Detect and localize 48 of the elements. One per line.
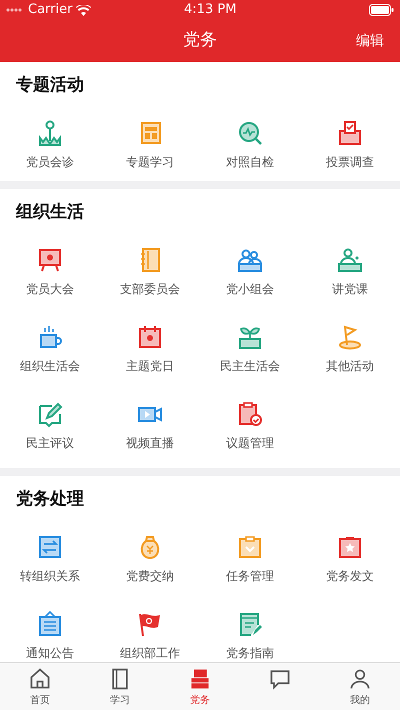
feature-button[interactable]: 转组织关系 [0,524,100,601]
section-title: 组织生活 [14,201,85,224]
feature-button[interactable]: 党务发文 [300,524,400,601]
page-title: 党务 [183,29,217,52]
task-clipboard-icon [236,533,264,561]
tab-button[interactable]: 学习 [80,663,160,710]
tab-button[interactable]: 首页 [0,663,80,710]
feature-button[interactable]: 投票调查 [300,110,400,181]
notice-board-icon [36,610,64,638]
feature-button[interactable]: 党员会诊 [0,110,100,181]
section-title: 专题活动 [15,74,85,98]
feature-button[interactable]: 组织生活会 [0,314,100,391]
edit-bubble-icon [36,400,64,428]
section-title: 党务处理 [15,488,85,512]
feature-button[interactable]: 任务管理 [200,524,300,601]
signal-icon [6,8,24,12]
clock-time: 4:13 PM [184,1,236,20]
wifi-icon [76,4,92,16]
home-icon [28,667,52,691]
tab-button[interactable]: 党务 [160,663,240,710]
feature-button[interactable]: 讲党课 [300,237,400,314]
battery-icon [368,4,394,16]
feature-button[interactable]: 党小组会 [200,237,300,314]
feature-button[interactable]: 支部委员会 [100,237,200,314]
feature-button[interactable]: 党员大会 [0,237,100,314]
clipboard-check-icon [236,400,264,428]
feature-button[interactable]: 民主生活会 [200,314,300,391]
feature-button[interactable]: 组织部工作 [100,601,200,662]
feature-button[interactable]: 其他活动 [300,314,400,391]
person-wave-icon [36,119,64,147]
feature-button[interactable]: 党费交纳 [100,524,200,601]
flag-ground-icon [336,323,364,351]
feature-button[interactable]: 视频直播 [100,391,200,468]
search-pulse-icon [236,119,264,147]
feature-button[interactable]: 民主评议 [0,391,100,468]
tab-button[interactable]: 我的 [320,663,400,710]
feature-button[interactable]: 对照自检 [200,110,300,181]
edit-button[interactable]: 编辑 [356,31,384,52]
lecturer-icon [336,246,364,274]
carrier-name: Carrier [28,1,72,20]
transfer-document-icon [36,533,64,561]
feature-button[interactable]: 专题学习 [100,110,200,181]
feature-button[interactable]: 议题管理 [200,391,300,468]
person-icon [348,667,372,691]
feature-button[interactable]: 主题党日 [100,314,200,391]
easel-board-icon [36,246,64,274]
calendar-icon [136,323,164,351]
ballot-box-icon [336,119,364,147]
